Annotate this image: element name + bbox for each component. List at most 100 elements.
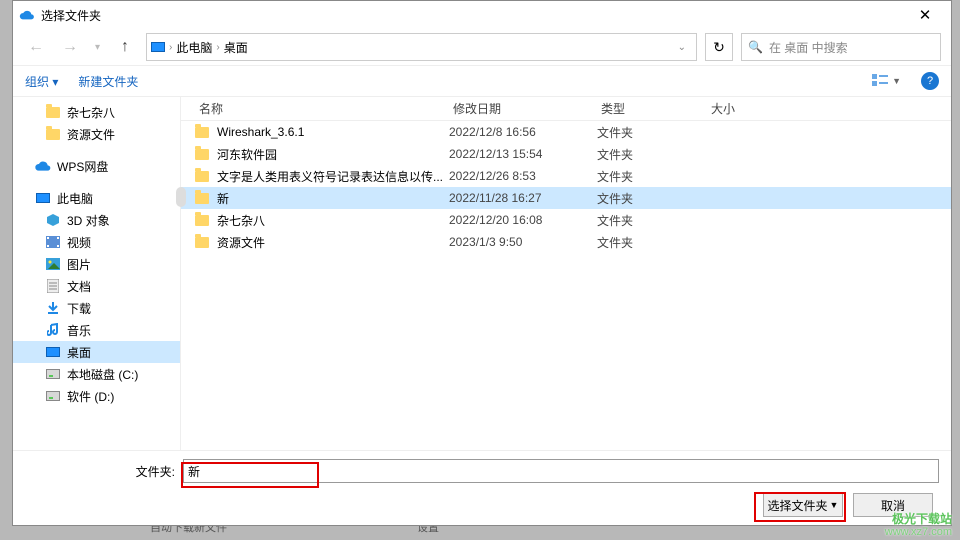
cloud-icon [35,159,51,173]
file-row[interactable]: 文字是人类用表义符号记录表达信息以传...2022/12/26 8:53文件夹 [181,165,951,187]
file-name: Wireshark_3.6.1 [217,125,449,139]
file-name: 文字是人类用表义符号记录表达信息以传... [217,168,449,185]
file-date: 2022/12/26 8:53 [449,169,597,183]
organize-menu[interactable]: 组织 ▾ [25,73,58,90]
sidebar-item[interactable]: 杂七杂八 [13,101,180,123]
cloud-icon [19,10,35,20]
search-input[interactable]: 🔍 在 桌面 中搜索 [741,33,941,61]
header-date[interactable]: 修改日期 [449,100,597,117]
file-type: 文件夹 [597,146,707,163]
file-type: 文件夹 [597,190,707,207]
sidebar-item-label: 视频 [67,234,91,251]
sidebar-item[interactable]: 文档 [13,275,180,297]
sidebar-item[interactable]: 音乐 [13,319,180,341]
close-button[interactable]: ✕ [905,1,945,29]
column-headers: 名称 修改日期 类型 大小 [181,97,951,121]
image-icon [45,257,61,271]
folder-icon [195,193,217,204]
sidebar-item-label: 图片 [67,256,91,273]
path-dropdown[interactable]: ⌄ [672,42,692,53]
new-folder-button[interactable]: 新建文件夹 [78,73,138,90]
path-current[interactable]: 桌面 [224,39,248,56]
sidebar-item-label: 此电脑 [57,190,93,207]
sidebar-item[interactable]: 此电脑 [13,187,180,209]
sidebar-item[interactable]: 视频 [13,231,180,253]
filename-label: 文件夹: [25,463,175,480]
header-name[interactable]: 名称 [195,100,449,117]
header-size[interactable]: 大小 [707,100,787,117]
view-mode-button[interactable]: ▼ [872,74,901,88]
folder-icon [195,127,217,138]
file-date: 2022/12/8 16:56 [449,125,597,139]
sidebar-item[interactable]: 下载 [13,297,180,319]
file-row[interactable]: 杂七杂八2022/12/20 16:08文件夹 [181,209,951,231]
watermark: 极光下载站 www.xz7.com [885,513,952,538]
3d-icon [45,213,61,227]
folder-icon [195,215,217,226]
forward-button[interactable]: → [57,34,83,60]
file-row[interactable]: 资源文件2023/1/3 9:50文件夹 [181,231,951,253]
footer: 文件夹: 选择文件夹▼ 取消 [13,450,951,525]
path-box[interactable]: › 此电脑 › 桌面 ⌄ [146,33,697,61]
sidebar-item-label: 资源文件 [67,126,115,143]
sidebar-item[interactable]: 资源文件 [13,123,180,145]
filename-input[interactable] [184,460,938,482]
file-row[interactable]: 新2022/11/28 16:27文件夹 [181,187,951,209]
folder-icon [195,171,217,182]
sidebar-item[interactable]: 图片 [13,253,180,275]
file-type: 文件夹 [597,124,707,141]
file-type: 文件夹 [597,168,707,185]
sidebar-item-label: 下载 [67,300,91,317]
file-row[interactable]: 河东软件园2022/12/13 15:54文件夹 [181,143,951,165]
up-button[interactable]: ↑ [112,34,138,60]
content-pane: 名称 修改日期 类型 大小 Wireshark_3.6.12022/12/8 1… [181,97,951,450]
folder-icon [45,105,61,119]
file-name: 资源文件 [217,234,449,251]
path-sep: › [169,42,172,53]
file-name: 河东软件园 [217,146,449,163]
scrollbar-thumb[interactable] [176,187,186,207]
help-button[interactable]: ? [921,72,939,90]
doc-icon [45,279,61,293]
sidebar: 杂七杂八资源文件 WPS网盘此电脑 3D 对象视频图片文档下载音乐桌面本地磁盘 (C… [13,97,181,450]
sidebar-item[interactable]: 3D 对象 [13,209,180,231]
sidebar-item-label: 音乐 [67,322,91,339]
folder-icon [195,149,217,160]
path-sep: › [216,42,219,53]
file-type: 文件夹 [597,212,707,229]
toolbar: 组织 ▾ 新建文件夹 ▼ ? [13,65,951,97]
sidebar-item-label: 软件 (D:) [67,388,114,405]
sidebar-item-label: 3D 对象 [67,212,110,229]
sidebar-item-label: WPS网盘 [57,158,108,175]
desktop-icon [45,345,61,359]
file-date: 2022/12/20 16:08 [449,213,597,227]
file-date: 2022/11/28 16:27 [449,191,597,205]
file-dialog: 选择文件夹 ✕ ← → ▾ ↑ › 此电脑 › 桌面 ⌄ ↻ 🔍 在 桌面 中搜… [12,0,952,526]
sidebar-item[interactable]: WPS网盘 [13,155,180,177]
sidebar-item-label: 本地磁盘 (C:) [67,366,138,383]
button-row: 选择文件夹▼ 取消 [25,493,939,517]
history-dropdown[interactable]: ▾ [95,42,100,53]
pc-icon [35,191,51,205]
sidebar-item-label: 桌面 [67,344,91,361]
navbar: ← → ▾ ↑ › 此电脑 › 桌面 ⌄ ↻ 🔍 在 桌面 中搜索 [13,29,951,65]
sidebar-item-label: 文档 [67,278,91,295]
music-icon [45,323,61,337]
refresh-button[interactable]: ↻ [705,33,733,61]
folder-icon [45,127,61,141]
header-type[interactable]: 类型 [597,100,707,117]
file-list: Wireshark_3.6.12022/12/8 16:56文件夹河东软件园20… [181,121,951,450]
file-name: 新 [217,190,449,207]
sidebar-item[interactable]: 本地磁盘 (C:) [13,363,180,385]
select-folder-button[interactable]: 选择文件夹▼ [763,493,843,517]
download-icon [45,301,61,315]
drive-icon [45,367,61,381]
titlebar: 选择文件夹 ✕ [13,1,951,29]
path-root[interactable]: 此电脑 [176,39,212,56]
back-button[interactable]: ← [23,34,49,60]
sidebar-item[interactable]: 软件 (D:) [13,385,180,407]
search-icon: 🔍 [748,40,763,54]
folder-icon [195,237,217,248]
file-row[interactable]: Wireshark_3.6.12022/12/8 16:56文件夹 [181,121,951,143]
sidebar-item[interactable]: 桌面 [13,341,180,363]
